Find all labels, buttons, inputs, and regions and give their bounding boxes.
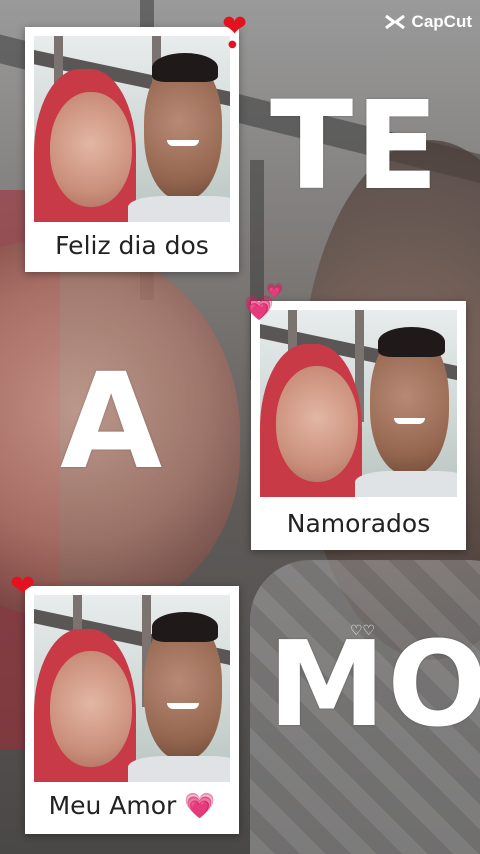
polaroid-card-3: Meu Amor 💗: [25, 586, 239, 834]
polaroid-card-2: Namorados: [251, 301, 466, 550]
capcut-watermark: CapCut: [384, 12, 472, 32]
overlay-text-mo: MO: [268, 615, 480, 753]
polaroid-card-1: Feliz dia dos: [25, 27, 239, 272]
red-heart-icon: ❤: [222, 9, 248, 44]
couple-photo-2: [260, 310, 457, 497]
small-pink-heart-icon: 💗: [266, 283, 284, 299]
capcut-logo-icon: [384, 14, 406, 30]
white-hearts-icon: ♡♡: [350, 623, 376, 639]
overlay-text-te: TE: [270, 75, 441, 217]
polaroid-caption-1: Feliz dia dos: [55, 231, 209, 260]
polaroid-caption-3: Meu Amor 💗: [48, 791, 216, 820]
polaroid-caption-2: Namorados: [286, 509, 431, 538]
couple-photo-3: [34, 595, 230, 782]
couple-photo-1: [34, 36, 230, 222]
watermark-brand: CapCut: [411, 12, 472, 31]
overlay-text-a: A: [60, 345, 165, 499]
pink-heart-icon: 💗: [244, 294, 274, 322]
red-heart-icon-bottom: ❤: [10, 569, 36, 604]
small-red-heart-icon: ●: [228, 39, 237, 50]
